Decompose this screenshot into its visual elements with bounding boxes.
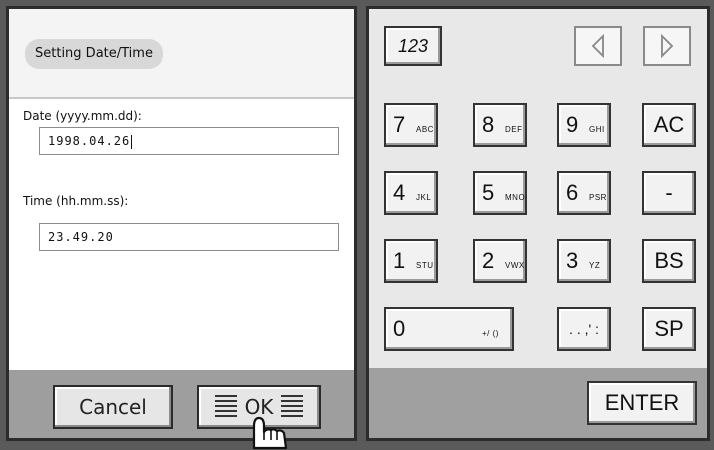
dialog-title: Setting Date/Time: [25, 39, 163, 69]
key-3[interactable]: 3 YZ: [557, 239, 611, 283]
key-2-sub: VWX: [505, 261, 525, 270]
key-punct[interactable]: . . ,' :: [557, 307, 611, 351]
key-sp-label: SP: [654, 316, 684, 341]
dialog-header: Setting Date/Time: [9, 9, 354, 99]
key-9[interactable]: 9 GHI: [557, 103, 611, 147]
datetime-dialog: Setting Date/Time Date (yyyy.mm.dd): 199…: [6, 6, 357, 441]
dialog-footer: Cancel OK: [9, 370, 354, 438]
keypad-footer: ENTER: [369, 368, 707, 438]
hand-pointer-icon: [252, 416, 288, 450]
cancel-button-label: Cancel: [79, 395, 147, 419]
key-1-main: 1: [393, 248, 406, 273]
date-field[interactable]: 1998.04.26: [39, 127, 339, 155]
triangle-left-icon: [591, 34, 604, 58]
next-key[interactable]: [643, 26, 691, 66]
key-4[interactable]: 4 JKL: [384, 171, 438, 215]
time-field[interactable]: 23.49.20: [39, 223, 339, 251]
key-9-sub: GHI: [589, 125, 605, 134]
key-2[interactable]: 2 VWX: [473, 239, 527, 283]
keypad-panel: 123 7 ABC 8 DEF 9 GHI AC 4 JKL 5 MNO 6 PSR - 1…: [366, 6, 710, 441]
key-4-sub: JKL: [416, 193, 432, 202]
key-bs[interactable]: BS: [642, 239, 696, 283]
key-7-main: 7: [393, 112, 406, 137]
key-7[interactable]: 7 ABC: [384, 103, 438, 147]
key-3-main: 3: [566, 248, 579, 273]
key-2-main: 2: [482, 248, 495, 273]
key-5-sub: MNO: [505, 193, 526, 202]
key-4-main: 4: [393, 180, 406, 205]
enter-key-label: ENTER: [604, 390, 680, 415]
mode-key[interactable]: 123: [384, 26, 442, 66]
key-6-main: 6: [566, 180, 579, 205]
key-5[interactable]: 5 MNO: [473, 171, 527, 215]
key-minus[interactable]: -: [642, 171, 696, 215]
key-1-sub: STU: [416, 261, 434, 270]
key-8[interactable]: 8 DEF: [473, 103, 527, 147]
key-7-sub: ABC: [416, 125, 434, 134]
time-label: Time (hh.mm.ss):: [23, 194, 129, 208]
key-0[interactable]: 0 +/ (): [384, 307, 514, 351]
key-bs-label: BS: [654, 248, 684, 273]
enter-key[interactable]: ENTER: [587, 381, 697, 425]
key-ac-label: AC: [653, 112, 685, 137]
ok-left-stripes: [214, 395, 237, 419]
key-minus-label: -: [665, 180, 673, 205]
key-punct-label: . . ,' :: [569, 321, 599, 337]
key-sp[interactable]: SP: [642, 307, 696, 351]
key-0-sub: +/ (): [482, 329, 499, 338]
mode-key-label: 123: [397, 36, 429, 56]
key-6-sub: PSR: [589, 193, 607, 202]
key-8-sub: DEF: [505, 125, 523, 134]
key-0-main: 0: [393, 316, 406, 341]
key-8-main: 8: [482, 112, 495, 137]
key-5-main: 5: [482, 180, 495, 205]
date-label: Date (yyyy.mm.dd):: [23, 109, 142, 123]
triangle-right-icon: [661, 34, 674, 58]
key-ac[interactable]: AC: [642, 103, 696, 147]
key-1[interactable]: 1 STU: [384, 239, 438, 283]
prev-key[interactable]: [574, 26, 622, 66]
key-6[interactable]: 6 PSR: [557, 171, 611, 215]
key-9-main: 9: [566, 112, 579, 137]
key-3-sub: YZ: [589, 261, 601, 270]
cancel-button[interactable]: Cancel: [53, 385, 173, 429]
